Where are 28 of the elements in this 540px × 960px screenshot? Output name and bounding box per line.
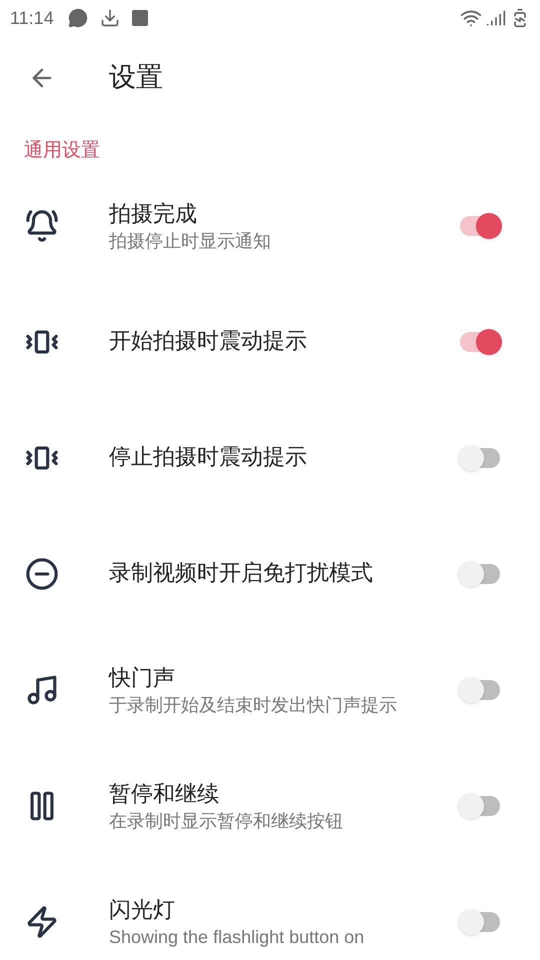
toggle-switch[interactable]: [458, 908, 502, 936]
setting-description: Showing the flashlight button on: [109, 926, 366, 948]
toggle-switch[interactable]: [458, 444, 502, 472]
toggle-switch[interactable]: [458, 676, 502, 704]
setting-title: 闪光灯: [109, 897, 176, 925]
toggle-switch[interactable]: [458, 792, 502, 820]
status-time: 11:14: [10, 6, 54, 30]
toggle-switch[interactable]: [458, 560, 502, 588]
setting-title: 录制视频时开启免打扰模式: [109, 560, 374, 588]
do-not-disturb-icon: [25, 557, 59, 591]
chat-icon: [68, 8, 88, 28]
setting-title: 拍摄完成: [109, 201, 198, 229]
toggle-switch[interactable]: [458, 212, 502, 240]
setting-description: 于录制开始及结束时发出快门声提示: [109, 694, 398, 716]
setting-title: 停止拍摄时震动提示: [109, 444, 308, 472]
page-title: 设置: [109, 60, 163, 95]
music-note-icon: [25, 673, 59, 707]
setting-title: 开始拍摄时震动提示: [109, 328, 308, 356]
toggle-switch[interactable]: [458, 328, 502, 356]
setting-title: 快门声: [109, 665, 176, 693]
bell-icon: [25, 209, 59, 243]
download-icon: [100, 8, 120, 28]
signal-icon: [486, 8, 506, 28]
section-title: 通用设置: [24, 138, 100, 162]
setting-description: 拍摄停止时显示通知: [109, 230, 272, 252]
lightning-icon: [25, 905, 59, 939]
setting-description: 在录制时显示暂停和继续按钮: [109, 810, 344, 832]
setting-title: 暂停和继续: [109, 781, 220, 809]
